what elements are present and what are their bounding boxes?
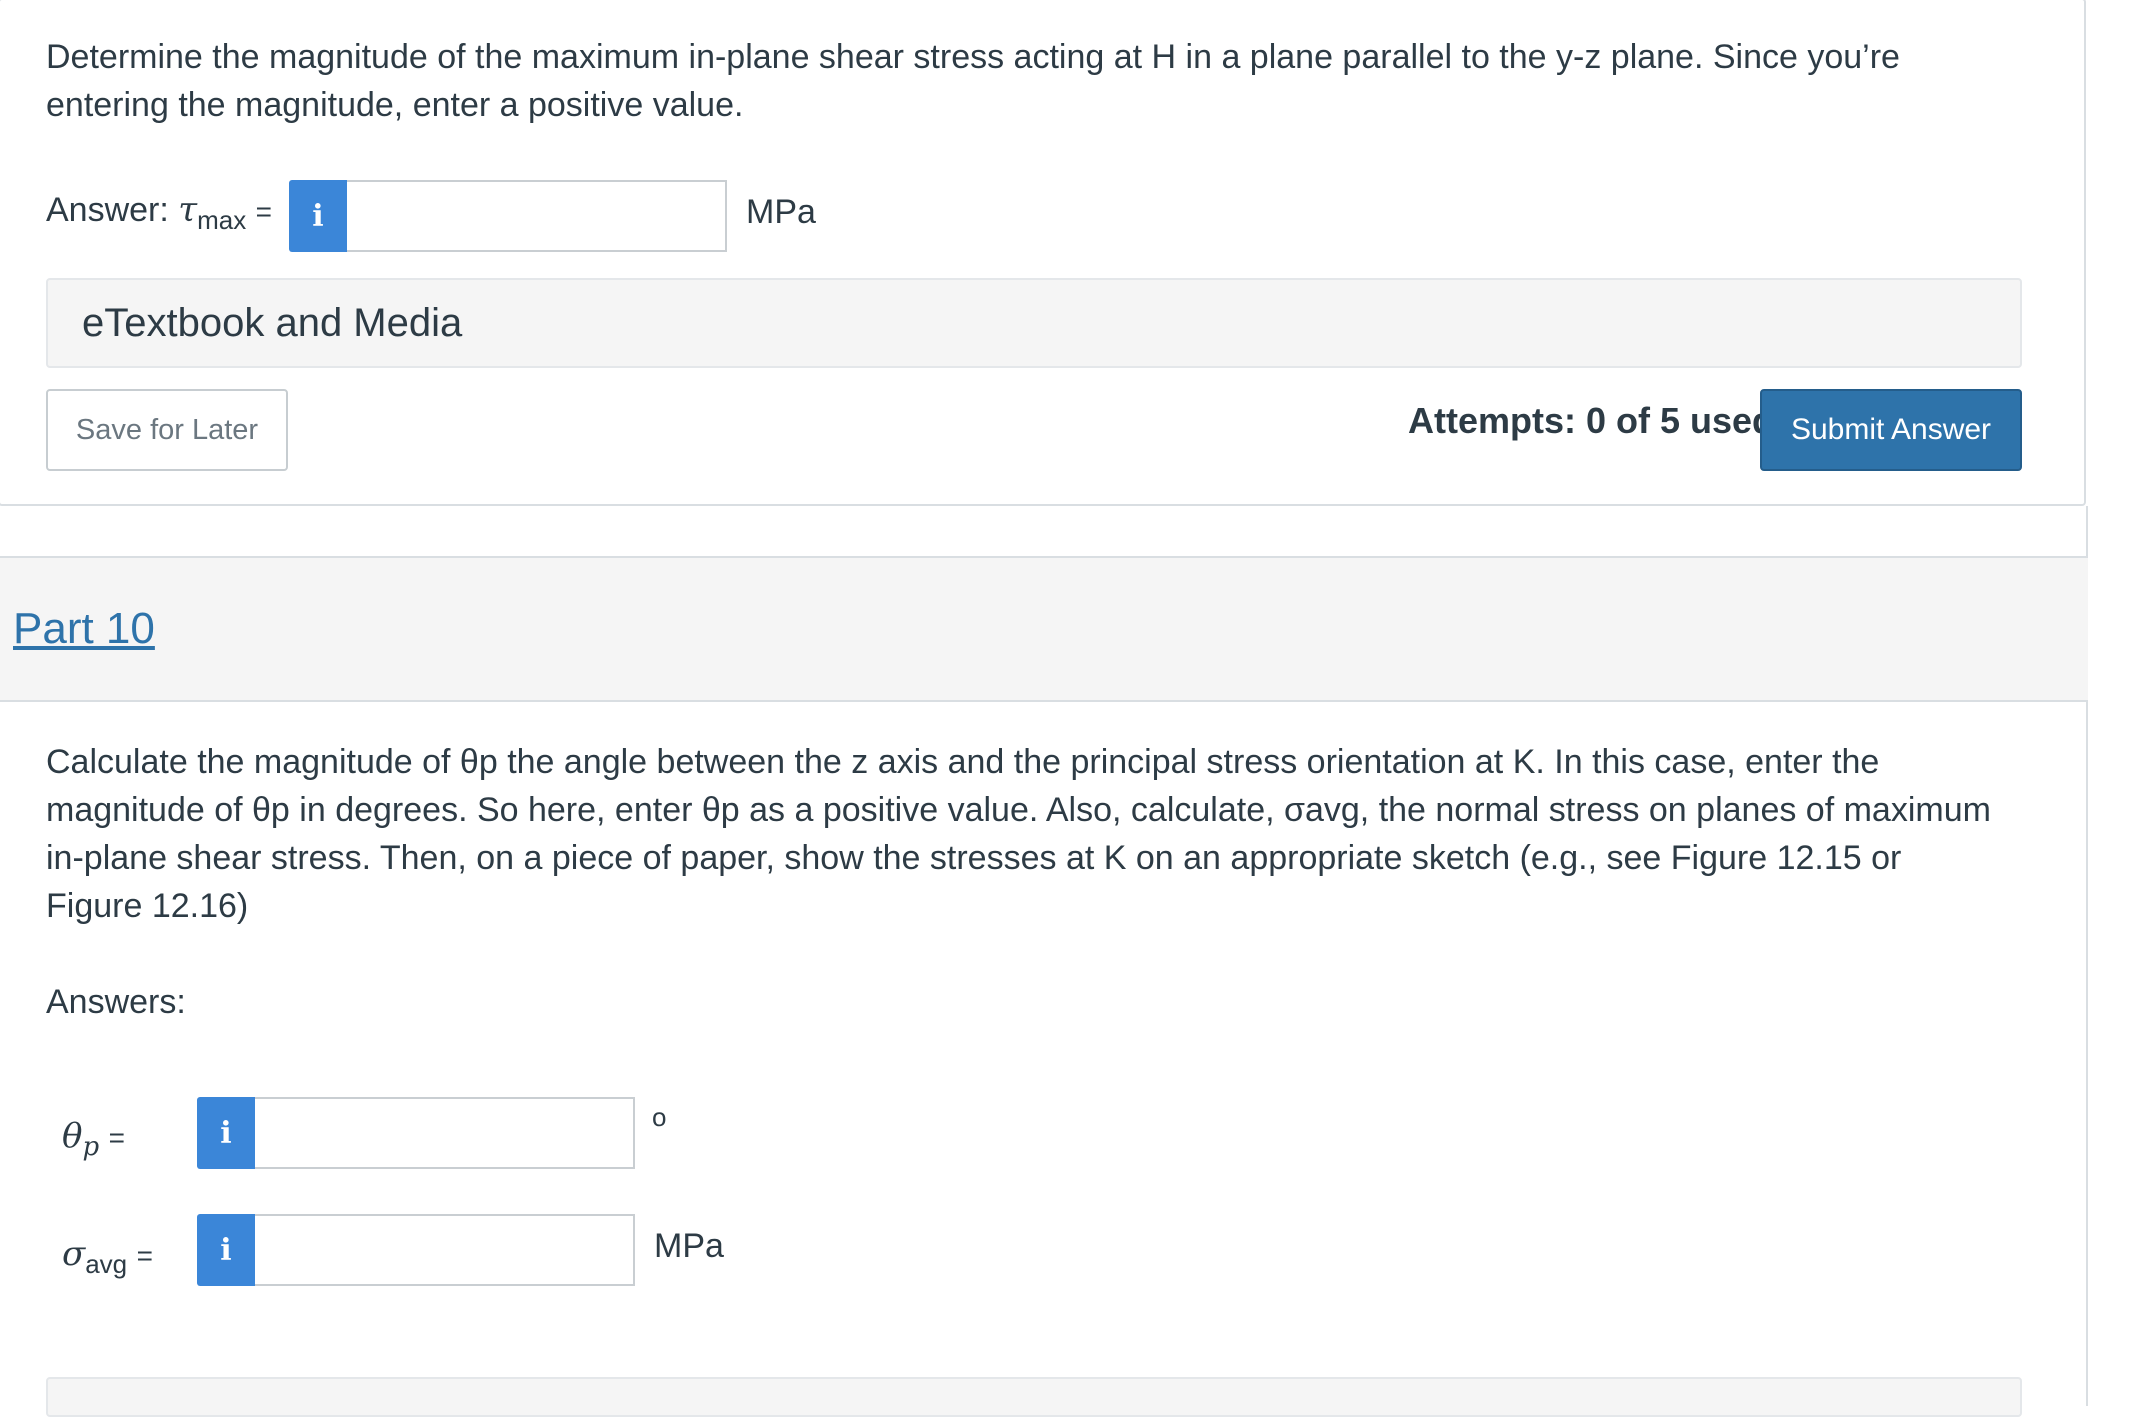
etextbook-media-panel[interactable]: eTextbook and Media	[46, 278, 2022, 368]
answers-label: Answers:	[46, 983, 186, 1021]
tau-max-label: Answer: τmax =	[46, 190, 273, 235]
answer-prefix: Answer:	[46, 191, 169, 229]
part10-header	[0, 556, 2088, 702]
theta-p-label: θp =	[62, 1116, 125, 1162]
next-panel	[46, 1377, 2022, 1417]
theta-equals: =	[108, 1122, 125, 1153]
tau-max-unit: MPa	[746, 193, 816, 231]
tau-max-input[interactable]	[347, 180, 727, 252]
tau-subscript: max	[197, 205, 247, 235]
info-icon[interactable]: i	[197, 1214, 255, 1286]
theta-p-input[interactable]	[255, 1097, 635, 1169]
sigma-avg-label: σavg =	[62, 1234, 153, 1279]
attempts-counter: Attempts: 0 of 5 used	[1408, 400, 1775, 441]
sigma-symbol: σ	[62, 1234, 86, 1274]
sigma-avg-input[interactable]	[255, 1214, 635, 1286]
info-icon[interactable]: i	[197, 1097, 255, 1169]
sigma-subscript: avg	[85, 1249, 128, 1279]
part10-question-text: Calculate the magnitude of θp the angle …	[46, 743, 1991, 925]
info-icon[interactable]: i	[289, 180, 347, 252]
sigma-equals: =	[136, 1240, 153, 1271]
sigma-avg-unit: MPa	[654, 1227, 724, 1265]
tau-symbol: τ	[178, 190, 198, 230]
theta-subscript: p	[82, 1132, 100, 1162]
part9-question-text: Determine the magnitude of the maximum i…	[46, 38, 1900, 124]
submit-answer-button[interactable]: Submit Answer	[1760, 389, 2022, 471]
tau-equals: =	[255, 196, 273, 227]
theta-symbol: θ	[62, 1116, 83, 1156]
degree-unit: o	[652, 1102, 667, 1132]
save-for-later-button[interactable]: Save for Later	[46, 389, 288, 471]
part10-title-link[interactable]: Part 10	[13, 604, 155, 654]
